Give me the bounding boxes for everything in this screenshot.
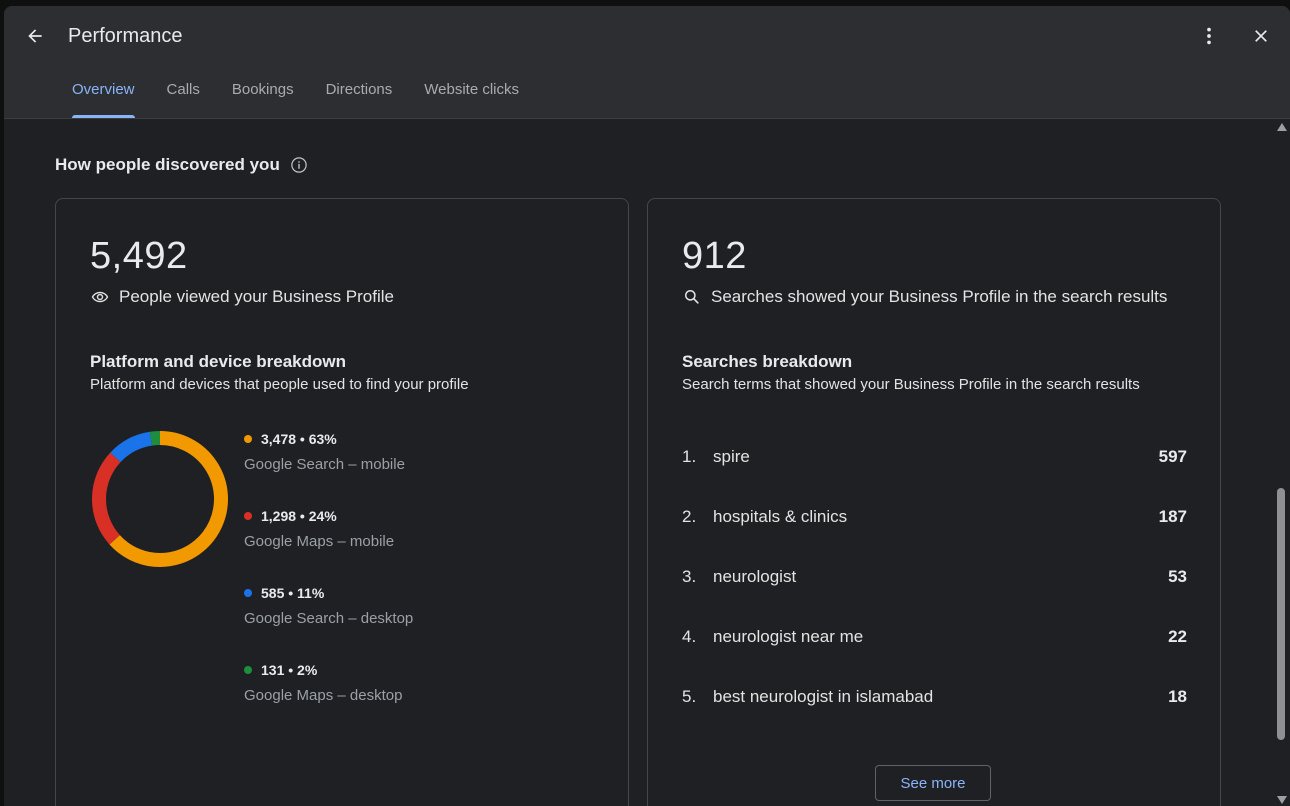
search-rank: 5. [682, 687, 697, 706]
donut-segment [92, 452, 121, 545]
scroll-up-arrow-icon[interactable] [1277, 123, 1287, 131]
more-vert-icon [1207, 27, 1211, 45]
close-button[interactable] [1248, 23, 1274, 49]
tab-bookings[interactable]: Bookings [216, 78, 310, 118]
donut-segment [109, 431, 228, 567]
search-rank: 2. [682, 507, 697, 526]
legend-value: 131 • 2% [261, 662, 318, 678]
breakdown-description: Platform and devices that people used to… [90, 376, 469, 393]
legend-label: Google Search – desktop [244, 610, 414, 627]
donut-segment [149, 431, 161, 446]
legend-label: Google Maps – desktop [244, 687, 403, 704]
legend-value: 1,298 • 24% [261, 508, 337, 524]
search-term: neurologist [713, 567, 797, 586]
searches-card: 912 Searches showed your Business Profil… [647, 198, 1221, 806]
section-title-text: How people discovered you [55, 155, 280, 174]
scroll-down-arrow-icon[interactable] [1277, 796, 1287, 804]
search-count: 53 [1168, 567, 1187, 586]
legend-dot [244, 666, 252, 674]
tab-overview[interactable]: Overview [56, 78, 151, 118]
search-term: spire [713, 447, 750, 466]
platform-legend: 3,478 • 63% Google Search – mobile 1,298… [244, 431, 413, 739]
searches-label-text: Searches showed your Business Profile in… [711, 287, 1168, 306]
legend-item: 131 • 2% Google Maps – desktop [244, 662, 413, 739]
see-more-button[interactable]: See more [875, 765, 991, 801]
legend-dot [244, 435, 252, 443]
legend-item: 3,478 • 63% Google Search – mobile [244, 431, 413, 508]
views-label: People viewed your Business Profile [90, 287, 394, 307]
scrollbar-thumb[interactable] [1277, 488, 1285, 740]
list-item: 4. neurologist near me 22 [682, 627, 1187, 687]
tab-website-clicks[interactable]: Website clicks [408, 78, 535, 118]
search-icon [685, 290, 699, 304]
views-label-text: People viewed your Business Profile [119, 287, 394, 306]
search-count: 597 [1158, 447, 1187, 466]
searches-total: 912 [682, 235, 747, 277]
legend-dot [244, 512, 252, 520]
search-count: 187 [1158, 507, 1187, 526]
search-count: 22 [1168, 627, 1187, 646]
tab-calls[interactable]: Calls [151, 78, 216, 118]
more-options-button[interactable] [1196, 23, 1222, 49]
back-button[interactable] [22, 23, 48, 49]
search-rank: 3. [682, 567, 697, 586]
searches-label: Searches showed your Business Profile in… [682, 287, 1167, 307]
searches-breakdown-title: Searches breakdown [682, 352, 853, 371]
list-item: 5. best neurologist in islamabad 18 [682, 687, 1187, 747]
scroll-content: How people discovered you 5,492 People v… [4, 119, 1272, 806]
legend-item: 1,298 • 24% Google Maps – mobile [244, 508, 413, 585]
breakdown-title: Platform and device breakdown [90, 352, 347, 371]
list-item: 1. spire 597 [682, 447, 1187, 507]
legend-value: 585 • 11% [261, 585, 325, 601]
search-term: neurologist near me [713, 627, 864, 646]
searches-breakdown-description: Search terms that showed your Business P… [682, 376, 1140, 393]
donut-segment [110, 431, 153, 463]
profile-views-card: 5,492 People viewed your Business Profil… [55, 198, 629, 806]
close-icon [1255, 30, 1267, 42]
legend-dot [244, 589, 252, 597]
info-icon[interactable] [290, 156, 308, 174]
performance-dialog: Performance Overview Calls Bookings Dire… [4, 6, 1290, 806]
search-rank: 4. [682, 627, 697, 646]
list-item: 2. hospitals & clinics 187 [682, 507, 1187, 567]
tab-directions[interactable]: Directions [310, 78, 409, 118]
legend-item: 585 • 11% Google Search – desktop [244, 585, 413, 662]
arrow-back-icon [28, 29, 42, 43]
section-title: How people discovered you [55, 155, 308, 175]
eye-icon [91, 291, 109, 303]
legend-label: Google Maps – mobile [244, 533, 395, 550]
search-terms-list: 1. spire 597 2. hospitals & clinics 187 … [682, 447, 1187, 747]
search-count: 18 [1168, 687, 1187, 706]
vertical-scrollbar[interactable] [1272, 119, 1290, 806]
legend-label: Google Search – mobile [244, 456, 405, 473]
legend-value: 3,478 • 63% [261, 431, 337, 447]
search-term: best neurologist in islamabad [713, 687, 934, 706]
views-total: 5,492 [90, 235, 188, 277]
search-term: hospitals & clinics [713, 507, 848, 526]
tab-bar: Overview Calls Bookings Directions Websi… [56, 78, 535, 118]
list-item: 3. neurologist 53 [682, 567, 1187, 627]
platform-donut-chart [92, 431, 228, 567]
search-rank: 1. [682, 447, 697, 466]
page-title: Performance [68, 25, 183, 47]
dialog-header: Performance Overview Calls Bookings Dire… [4, 6, 1290, 119]
